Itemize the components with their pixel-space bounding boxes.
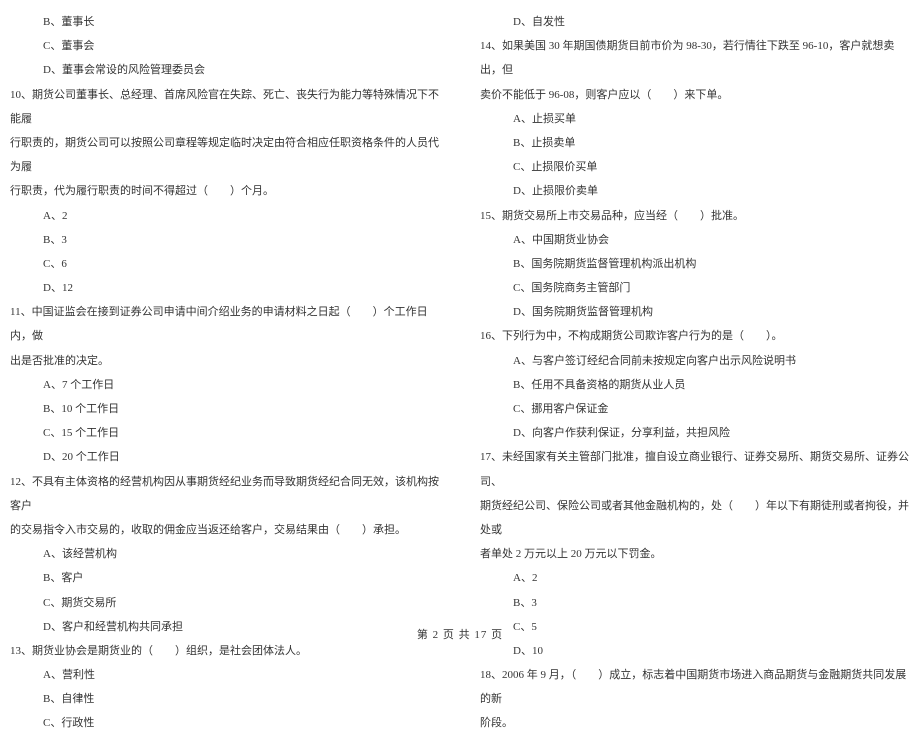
answer-option: B、3 bbox=[10, 228, 440, 252]
question-line: 行职责，代为履行职责的时间不得超过（ ）个月。 bbox=[10, 179, 440, 203]
answer-option: B、任用不具备资格的期货从业人员 bbox=[480, 373, 910, 397]
answer-option: A、与客户签订经纪合同前未按规定向客户出示风险说明书 bbox=[480, 349, 910, 373]
answer-option: B、自律性 bbox=[10, 687, 440, 711]
question-line: 期货经纪公司、保险公司或者其他金融机构的，处（ ）年以下有期徒刑或者拘役，并处或 bbox=[480, 494, 910, 542]
question-line: 行职责的，期货公司可以按照公司章程等规定临时决定由符合相应任职资格条件的人员代为… bbox=[10, 131, 440, 179]
answer-option: C、15 个工作日 bbox=[10, 421, 440, 445]
answer-option: A、7 个工作日 bbox=[10, 373, 440, 397]
question-line: 13、期货业协会是期货业的（ ）组织，是社会团体法人。 bbox=[10, 639, 440, 663]
answer-option: C、止损限价买单 bbox=[480, 155, 910, 179]
answer-option: C、行政性 bbox=[10, 711, 440, 735]
answer-option: D、国务院期货监督管理机构 bbox=[480, 300, 910, 324]
answer-option: B、国务院期货监督管理机构派出机构 bbox=[480, 252, 910, 276]
answer-option: A、2 bbox=[480, 566, 910, 590]
answer-option: D、客户和经营机构共同承担 bbox=[10, 615, 440, 639]
question-line: 16、下列行为中，不构成期货公司欺诈客户行为的是（ ）。 bbox=[480, 324, 910, 348]
question-line: 11、中国证监会在接到证券公司申请中间介绍业务的申请材料之日起（ ）个工作日内，… bbox=[10, 300, 440, 348]
answer-option: B、止损卖单 bbox=[480, 131, 910, 155]
answer-option: B、10 个工作日 bbox=[10, 397, 440, 421]
left-column: B、董事长C、董事会D、董事会常设的风险管理委员会10、期货公司董事长、总经理、… bbox=[10, 10, 440, 620]
answer-option: C、董事会 bbox=[10, 34, 440, 58]
answer-option: D、向客户作获利保证，分享利益，共担风险 bbox=[480, 421, 910, 445]
question-line: 18、2006 年 9 月，（ ）成立，标志着中国期货市场进入商品期货与金融期货… bbox=[480, 663, 910, 711]
answer-option: A、2 bbox=[10, 204, 440, 228]
answer-option: A、该经营机构 bbox=[10, 542, 440, 566]
question-line: 12、不具有主体资格的经营机构因从事期货经纪业务而导致期货经纪合同无效，该机构按… bbox=[10, 470, 440, 518]
answer-option: D、止损限价卖单 bbox=[480, 179, 910, 203]
question-line: 10、期货公司董事长、总经理、首席风险官在失踪、死亡、丧失行为能力等特殊情况下不… bbox=[10, 83, 440, 131]
answer-option: C、期货交易所 bbox=[10, 591, 440, 615]
question-line: 出是否批准的决定。 bbox=[10, 349, 440, 373]
question-line: 15、期货交易所上市交易品种，应当经（ ）批准。 bbox=[480, 204, 910, 228]
answer-option: B、客户 bbox=[10, 566, 440, 590]
question-line: 者单处 2 万元以上 20 万元以下罚金。 bbox=[480, 542, 910, 566]
answer-option: A、止损买单 bbox=[480, 107, 910, 131]
answer-option: A、中国期货业协会 bbox=[480, 228, 910, 252]
answer-option: B、董事长 bbox=[10, 10, 440, 34]
question-line: 卖价不能低于 96-08，则客户应以（ ）来下单。 bbox=[480, 83, 910, 107]
answer-option: C、5 bbox=[480, 615, 910, 639]
answer-option: C、国务院商务主管部门 bbox=[480, 276, 910, 300]
answer-option: D、10 bbox=[480, 639, 910, 663]
page-container: B、董事长C、董事会D、董事会常设的风险管理委员会10、期货公司董事长、总经理、… bbox=[10, 10, 910, 620]
answer-option: D、20 个工作日 bbox=[10, 445, 440, 469]
answer-option: D、董事会常设的风险管理委员会 bbox=[10, 58, 440, 82]
answer-option: D、12 bbox=[10, 276, 440, 300]
answer-option: C、6 bbox=[10, 252, 440, 276]
right-column: D、自发性14、如果美国 30 年期国债期货目前市价为 98-30，若行情往下跌… bbox=[480, 10, 910, 620]
answer-option: B、3 bbox=[480, 591, 910, 615]
answer-option: C、挪用客户保证金 bbox=[480, 397, 910, 421]
question-line: 14、如果美国 30 年期国债期货目前市价为 98-30，若行情往下跌至 96-… bbox=[480, 34, 910, 82]
question-line: 阶段。 bbox=[480, 711, 910, 735]
question-line: 的交易指令入市交易的，收取的佣金应当返还给客户，交易结果由（ ）承担。 bbox=[10, 518, 440, 542]
answer-option: D、自发性 bbox=[480, 10, 910, 34]
answer-option: A、营利性 bbox=[10, 663, 440, 687]
question-line: 17、未经国家有关主管部门批准，擅自设立商业银行、证券交易所、期货交易所、证券公… bbox=[480, 445, 910, 493]
